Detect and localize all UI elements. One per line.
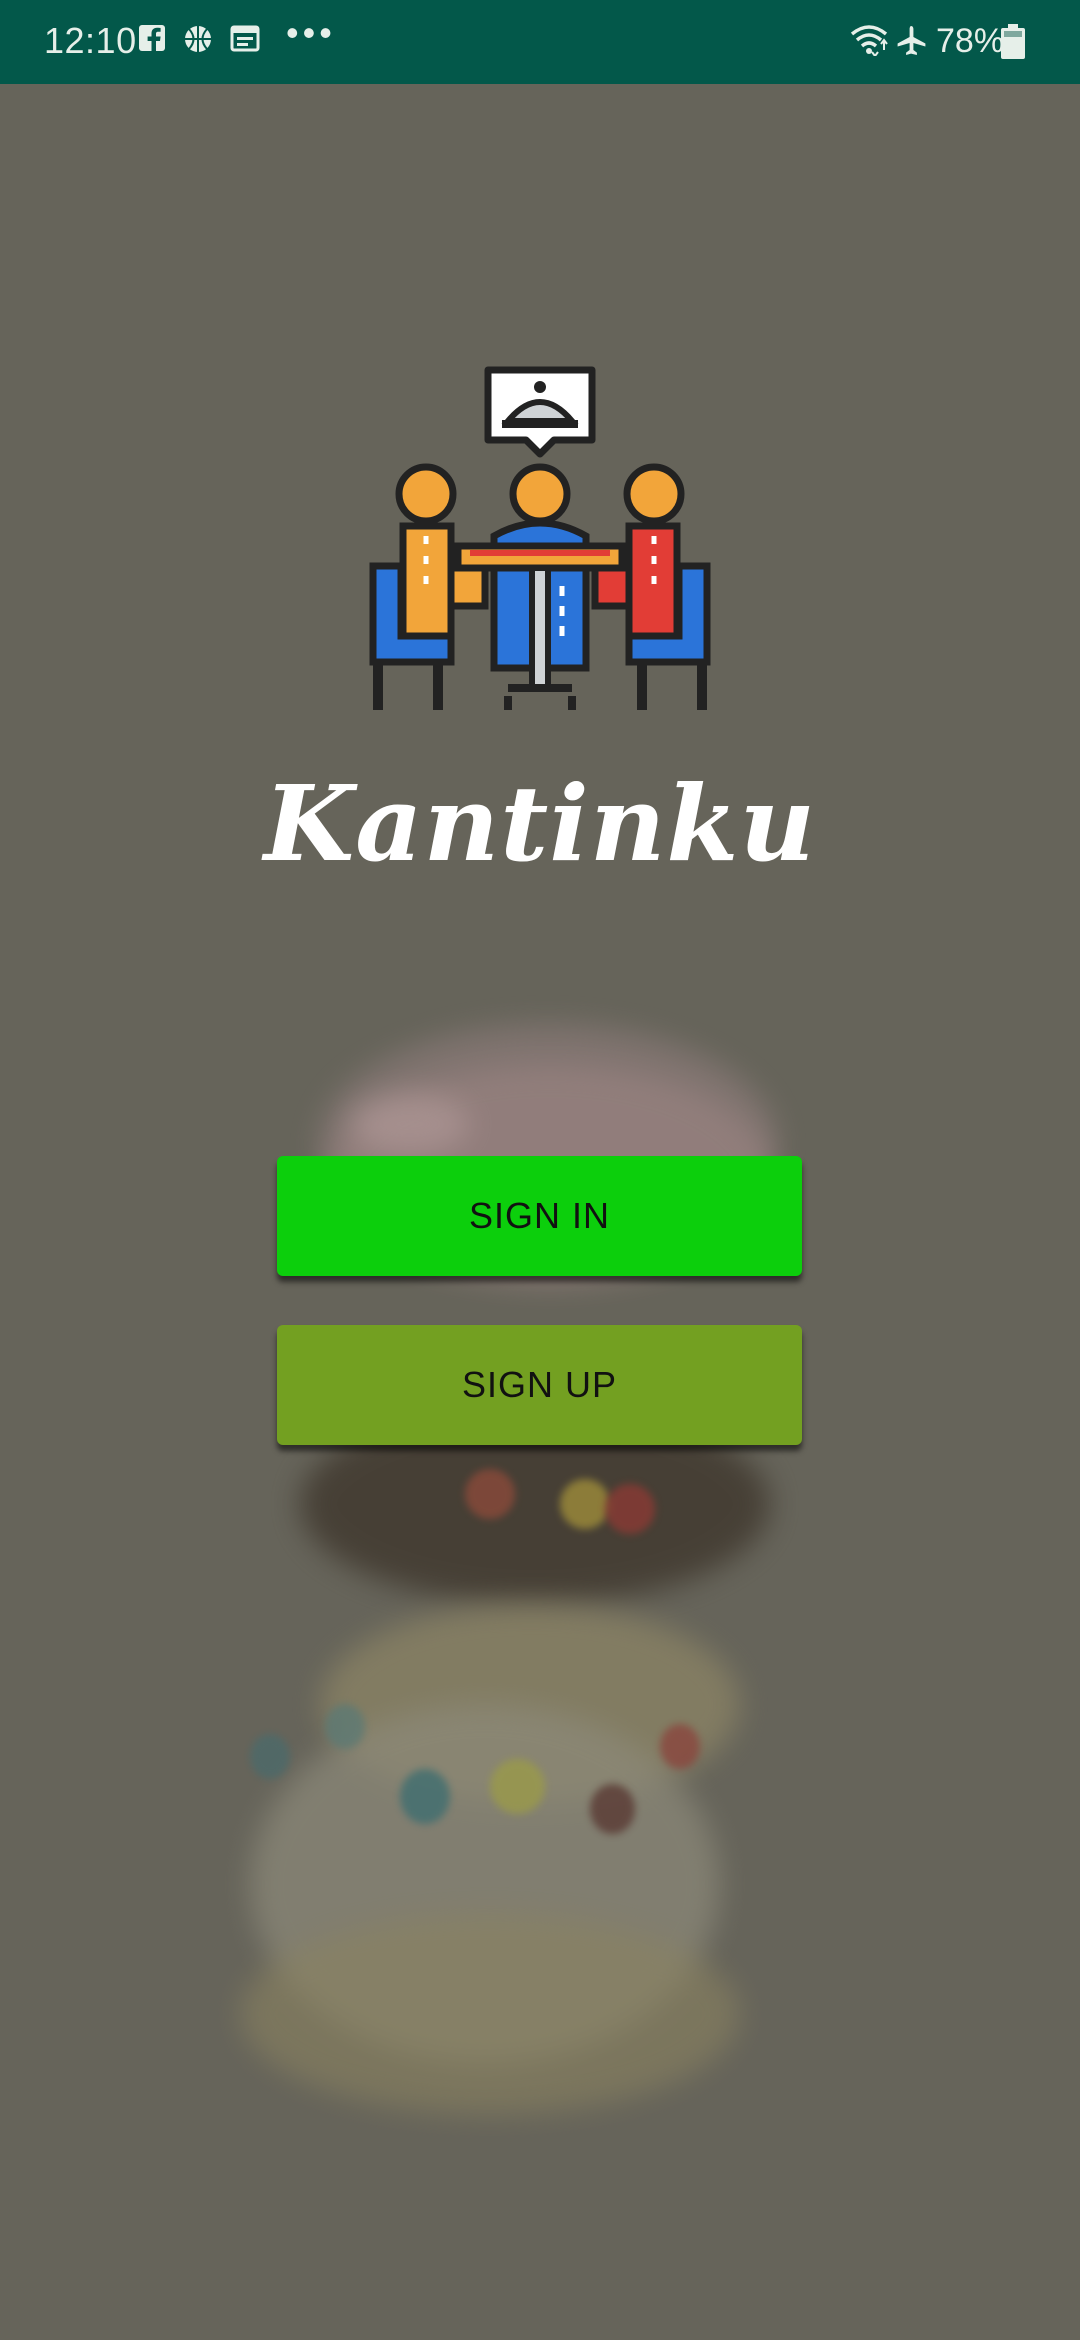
app-title: Kantinku bbox=[263, 762, 817, 885]
facebook-icon bbox=[139, 25, 165, 51]
sign-in-button[interactable]: SIGN IN bbox=[277, 1156, 802, 1276]
overflow-notifications-icon: ••• bbox=[286, 12, 336, 53]
airplane-icon bbox=[897, 26, 926, 55]
battery-percentage: 78% bbox=[936, 22, 1005, 60]
basketball-icon bbox=[185, 26, 211, 52]
status-bar: 12:10 ••• 78% bbox=[0, 0, 1080, 84]
calendar-icon bbox=[230, 25, 260, 52]
canteen-logo-icon bbox=[369, 366, 711, 710]
sign-up-button[interactable]: SIGN UP bbox=[277, 1325, 802, 1445]
wifi-icon bbox=[850, 25, 888, 56]
status-time: 12:10 bbox=[44, 20, 137, 61]
battery-icon bbox=[1001, 24, 1025, 59]
